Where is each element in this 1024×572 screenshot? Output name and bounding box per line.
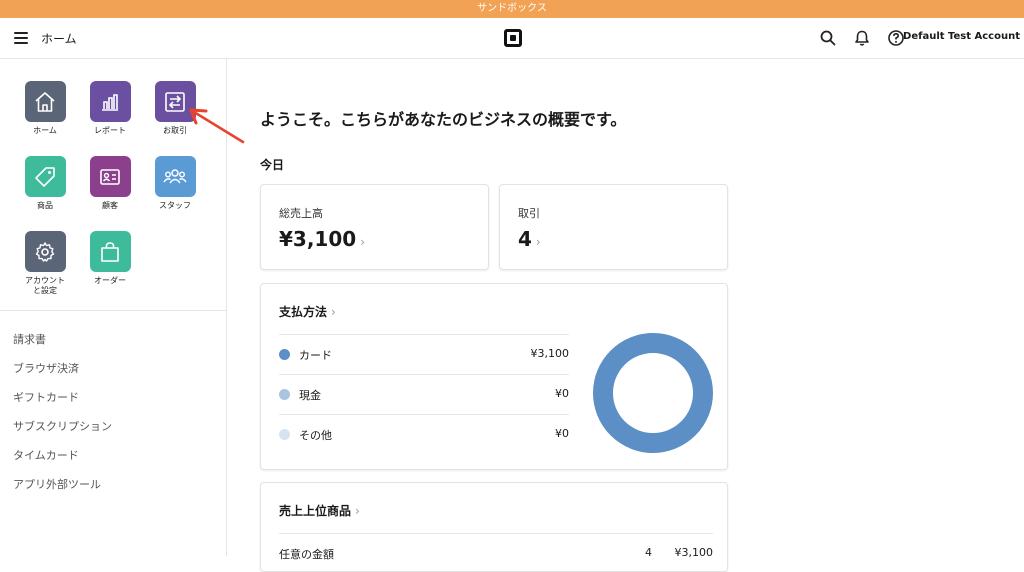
app-tile-label: アカウントと設定 (25, 276, 65, 295)
app-tile-label: レポート (94, 126, 126, 135)
gross-sales-value: ¥3,100 › (279, 227, 365, 251)
chevron-right-icon: › (360, 235, 365, 249)
chevron-right-icon: › (331, 305, 336, 319)
app-tile-label: 商品 (37, 201, 53, 210)
search-icon[interactable] (819, 29, 837, 47)
chevron-right-icon: › (355, 504, 360, 518)
app-tile-orders[interactable]: オーダー (80, 231, 140, 286)
bar-chart-icon (89, 81, 131, 122)
payment-donut-chart (593, 333, 713, 453)
payment-name: 現金 (299, 389, 321, 402)
gross-sales-label: 総売上高 (279, 207, 323, 220)
transactions-value: 4 › (518, 227, 541, 251)
bell-icon[interactable] (853, 29, 871, 47)
square-logo-icon[interactable] (504, 29, 522, 47)
app-tile-account-settings[interactable]: アカウントと設定 (15, 231, 75, 296)
item-amount: ¥3,100 (674, 546, 714, 559)
section-today: 今日 (260, 158, 285, 172)
top-items-card: 売上上位商品 › 任意の金額 4 ¥3,100 (260, 482, 728, 572)
item-name: 任意の金額 (279, 548, 334, 561)
team-icon (154, 156, 196, 197)
payment-row: その他 ¥0 (279, 414, 569, 454)
nav-link-subscriptions[interactable]: サブスクリプション (13, 418, 112, 434)
gross-sales-card[interactable]: 総売上高 ¥3,100 › (260, 184, 489, 270)
sidebar-divider (0, 310, 227, 311)
sandbox-banner: サンドボックス (0, 0, 1024, 18)
legend-dot (279, 429, 290, 440)
app-tile-label: スタッフ (159, 201, 191, 210)
gear-icon (24, 231, 66, 272)
app-tile-reports[interactable]: レポート (80, 81, 140, 136)
nav-link-timecards[interactable]: タイムカード (13, 447, 79, 463)
breadcrumb[interactable]: ホーム (41, 30, 77, 47)
top-bar: ホーム Default Test Account (0, 18, 1024, 59)
page-title: ようこそ。こちらがあなたのビジネスの概要です。 (260, 110, 627, 129)
payment-methods-card: 支払方法 › カード ¥3,100 現金 ¥0 その他 ¥0 (260, 283, 728, 470)
app-tile-customers[interactable]: 顧客 (80, 156, 140, 211)
donut-slice-0 (593, 333, 713, 453)
payment-amount: ¥0 (555, 427, 569, 440)
transactions-label: 取引 (518, 207, 540, 220)
app-tile-staff[interactable]: スタッフ (145, 156, 205, 211)
home-icon (24, 81, 66, 122)
payment-name: カード (299, 349, 332, 362)
nav-link-external-tools[interactable]: アプリ外部ツール (13, 476, 101, 492)
nav-link-invoices[interactable]: 請求書 (13, 331, 46, 347)
tag-icon (24, 156, 66, 197)
account-name[interactable]: Default Test Account (903, 31, 1020, 42)
app-tile-items[interactable]: 商品 (15, 156, 75, 211)
nav-link-gift-cards[interactable]: ギフトカード (13, 389, 79, 405)
legend-dot (279, 349, 290, 360)
table-row: 任意の金額 4 ¥3,100 (279, 533, 713, 563)
main-content: ようこそ。こちらがあなたのビジネスの概要です。 今日 総売上高 ¥3,100 › … (227, 59, 1024, 572)
payment-methods-title[interactable]: 支払方法 › (279, 303, 336, 320)
payment-row: カード ¥3,100 (279, 334, 569, 374)
app-tile-home[interactable]: ホーム (15, 81, 75, 136)
payment-amount: ¥3,100 (530, 347, 570, 360)
transactions-card[interactable]: 取引 4 › (499, 184, 728, 270)
legend-dot (279, 389, 290, 400)
contact-card-icon (89, 156, 131, 197)
menu-icon[interactable] (14, 32, 28, 44)
payment-row: 現金 ¥0 (279, 374, 569, 414)
app-tile-label: オーダー (94, 276, 126, 285)
top-items-title[interactable]: 売上上位商品 › (279, 502, 360, 519)
app-tile-label: 顧客 (102, 201, 118, 210)
payment-amount: ¥0 (555, 387, 569, 400)
app-tile-label: ホーム (33, 126, 57, 135)
chevron-right-icon: › (535, 235, 541, 249)
payment-name: その他 (299, 429, 332, 442)
shopping-bag-icon (89, 231, 131, 272)
nav-link-browser-payments[interactable]: ブラウザ決済 (13, 360, 79, 376)
item-qty: 4 (645, 546, 652, 559)
